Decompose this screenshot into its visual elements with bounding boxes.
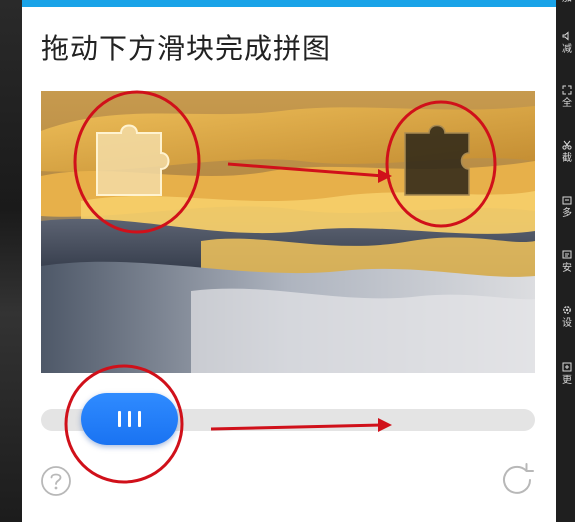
side-item-label: 多 — [562, 208, 572, 219]
puzzle-background-image — [41, 91, 535, 373]
puzzle-piece — [96, 124, 170, 196]
grip-line-icon — [118, 411, 121, 427]
speaker-icon — [562, 31, 569, 41]
side-item-label: 减 — [562, 44, 572, 55]
side-item[interactable]: 全 — [562, 85, 575, 109]
side-item[interactable]: 设 — [562, 305, 575, 329]
scissors-icon — [562, 140, 572, 150]
more-icon — [562, 362, 572, 372]
refresh-icon[interactable] — [498, 460, 538, 500]
fullscreen-icon — [562, 85, 572, 95]
grip-line-icon — [138, 411, 141, 427]
side-item-label: 全 — [562, 98, 572, 109]
side-item-label: 设 — [562, 318, 572, 329]
side-item-label: 截 — [562, 153, 572, 164]
captcha-title: 拖动下方滑块完成拼图 — [41, 32, 332, 65]
grip-line-icon — [128, 411, 131, 427]
side-item[interactable]: 多 — [562, 195, 575, 219]
help-icon[interactable] — [40, 465, 72, 497]
side-item[interactable]: 更 — [562, 362, 575, 386]
dialog-top-accent-bar — [22, 0, 556, 7]
side-item-label: 更 — [562, 375, 572, 386]
side-item[interactable]: 安 — [562, 250, 575, 274]
background-video-area — [0, 0, 22, 522]
side-item[interactable]: 减 — [562, 31, 575, 55]
side-tool-panel: 加 减 全 截 多 安 设 更 — [556, 0, 575, 522]
side-item-label: 加 — [562, 0, 575, 4]
slider-captcha-dialog: 拖动下方滑块完成拼图 — [22, 0, 556, 522]
side-item[interactable]: 截 — [562, 140, 575, 164]
window-icon — [562, 196, 572, 205]
side-item-label: 安 — [562, 263, 572, 274]
gear-icon — [563, 306, 571, 314]
puzzle-hole-target — [404, 124, 470, 196]
side-item[interactable]: 加 — [562, 0, 575, 4]
screen-icon — [562, 250, 572, 259]
slider-handle[interactable] — [81, 393, 178, 445]
